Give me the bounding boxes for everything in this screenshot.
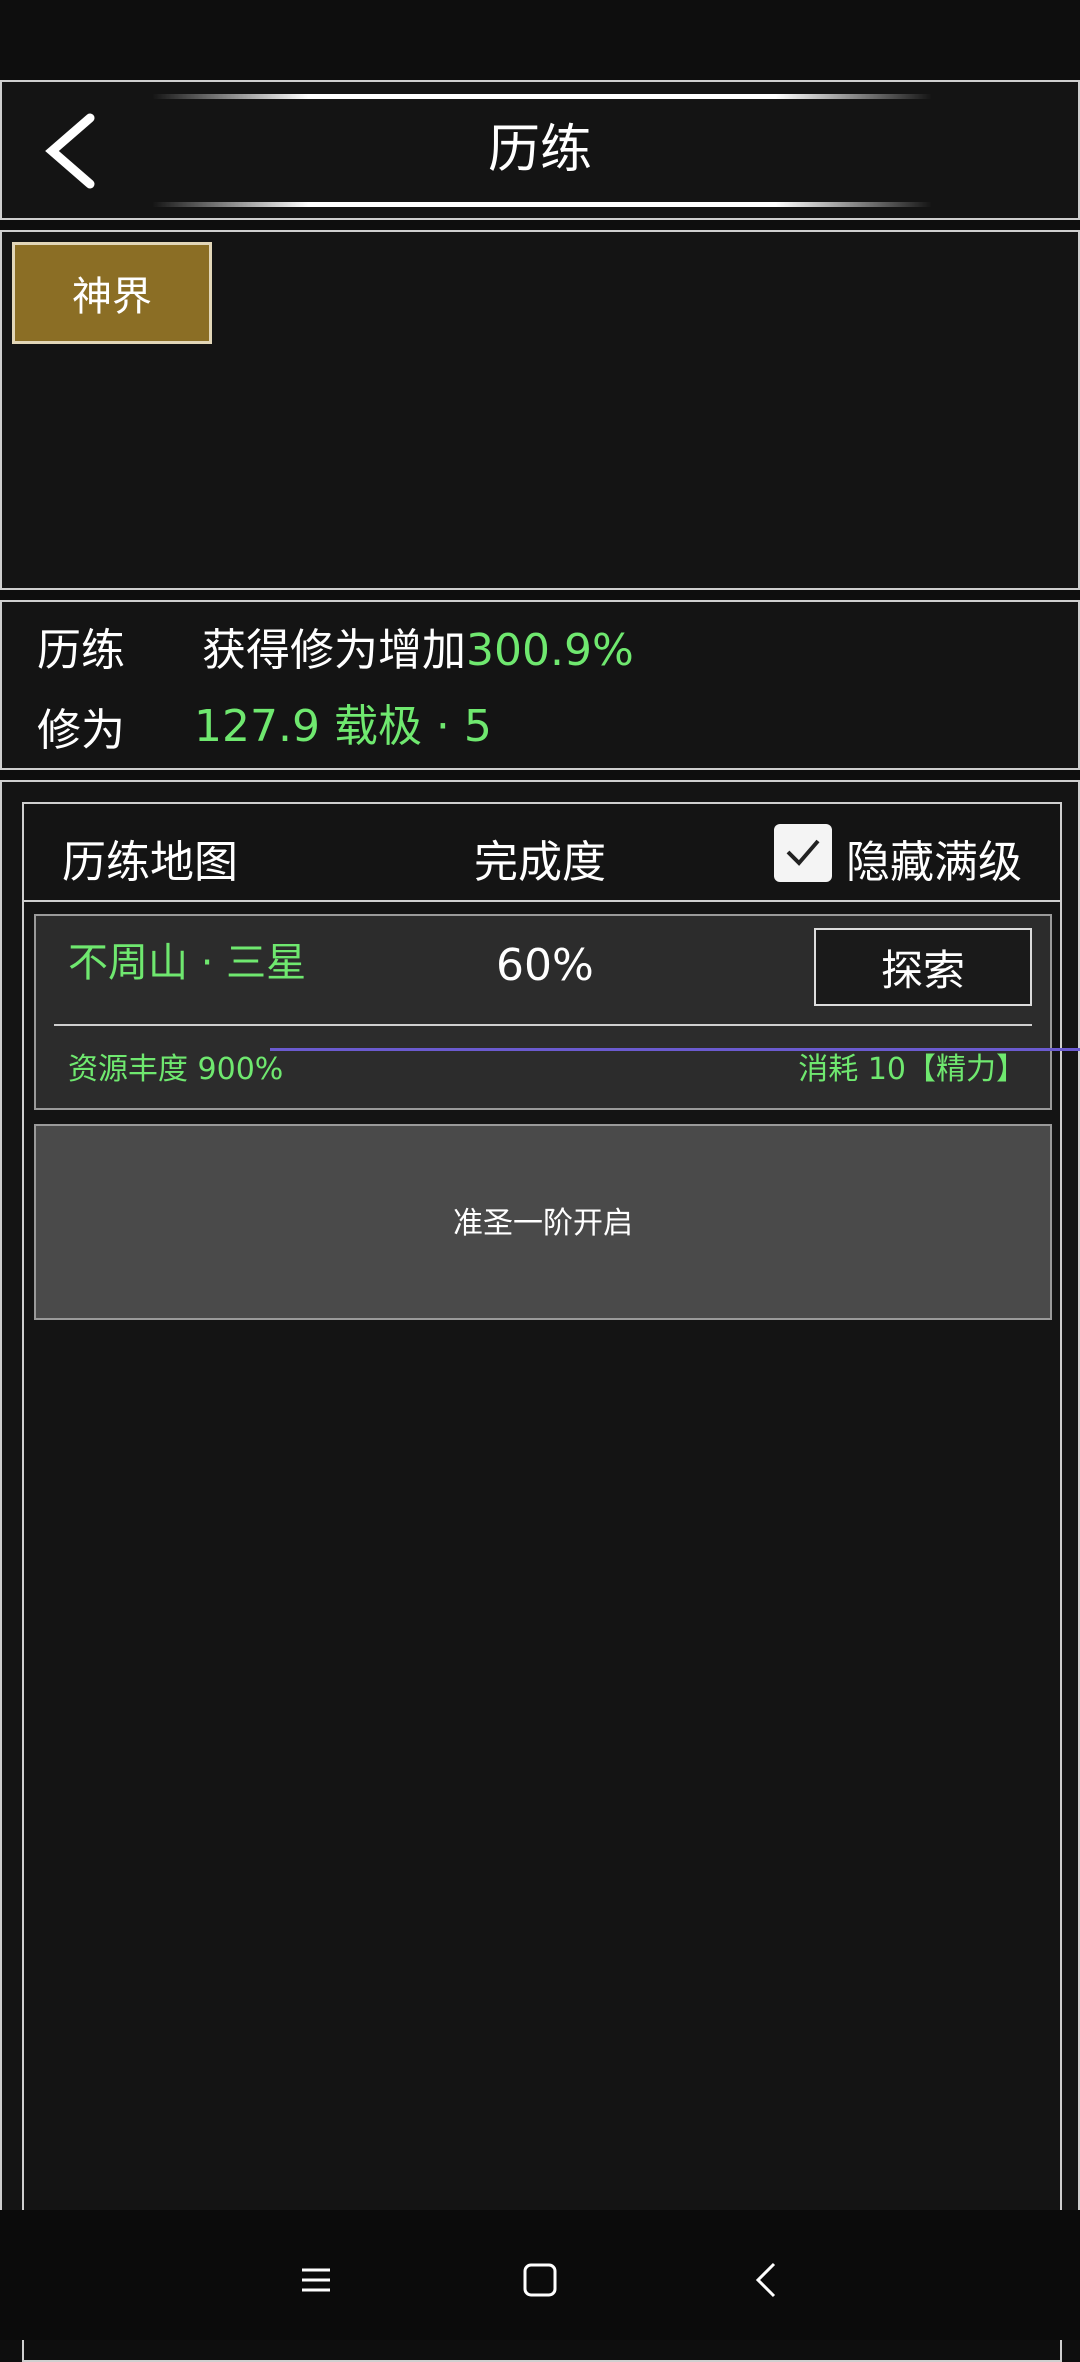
map-resource: 资源丰度 900% xyxy=(68,1052,284,1087)
home-icon xyxy=(523,2263,557,2297)
header-decor-line-top xyxy=(152,94,932,99)
map-list-panel: 历练地图 完成度 隐藏满级 不周山 · 三星 60% 探索 资源丰度 900% … xyxy=(0,780,1080,2362)
header-bar: 历练 xyxy=(0,80,1080,220)
stat-label-cultivation: 修为 xyxy=(37,705,125,756)
nav-back-button[interactable] xyxy=(736,2250,796,2310)
col-header-completion: 完成度 xyxy=(474,837,606,888)
hide-maxed-checkbox[interactable] xyxy=(774,824,832,882)
check-icon xyxy=(786,839,820,866)
locked-map-card: 准圣一阶开启 xyxy=(34,1124,1052,1320)
col-header-map: 历练地图 xyxy=(62,837,238,888)
map-name: 不周山 · 三星 xyxy=(68,940,307,986)
stat-bonus: 获得修为增加300.9% xyxy=(202,614,634,678)
stat-bonus-value: 300.9% xyxy=(466,625,634,676)
stat-cultivation-value: 127.9 载极 · 5 xyxy=(194,701,492,752)
page-title: 历练 xyxy=(487,120,592,180)
realm-tab-shenjie[interactable]: 神界 xyxy=(12,242,212,344)
hide-maxed-label: 隐藏满级 xyxy=(846,837,1022,888)
explore-button[interactable]: 探索 xyxy=(814,928,1032,1006)
stat-bonus-prefix: 获得修为增加 xyxy=(202,625,466,676)
realm-tab-area: 神界 xyxy=(0,230,1080,590)
map-completion: 60% xyxy=(496,940,594,991)
stats-panel: 历练 获得修为增加300.9% 修为 127.9 载极 · 5 xyxy=(0,600,1080,770)
header-decor-line-bottom xyxy=(152,202,932,207)
menu-icon xyxy=(302,2268,330,2292)
overlay-line xyxy=(270,1048,1080,1051)
header-divider xyxy=(24,900,1060,902)
back-icon xyxy=(755,2262,776,2298)
stat-label-training: 历练 xyxy=(37,625,125,676)
map-list-frame: 历练地图 完成度 隐藏满级 不周山 · 三星 60% 探索 资源丰度 900% … xyxy=(22,802,1062,2362)
locked-text: 准圣一阶开启 xyxy=(453,1206,633,1241)
nav-menu-button[interactable] xyxy=(286,2250,346,2310)
map-card: 不周山 · 三星 60% 探索 资源丰度 900% 消耗 10【精力】 xyxy=(34,914,1052,1110)
system-nav-bar xyxy=(0,2210,1080,2340)
card-divider xyxy=(54,1024,1032,1026)
nav-home-button[interactable] xyxy=(510,2250,570,2310)
